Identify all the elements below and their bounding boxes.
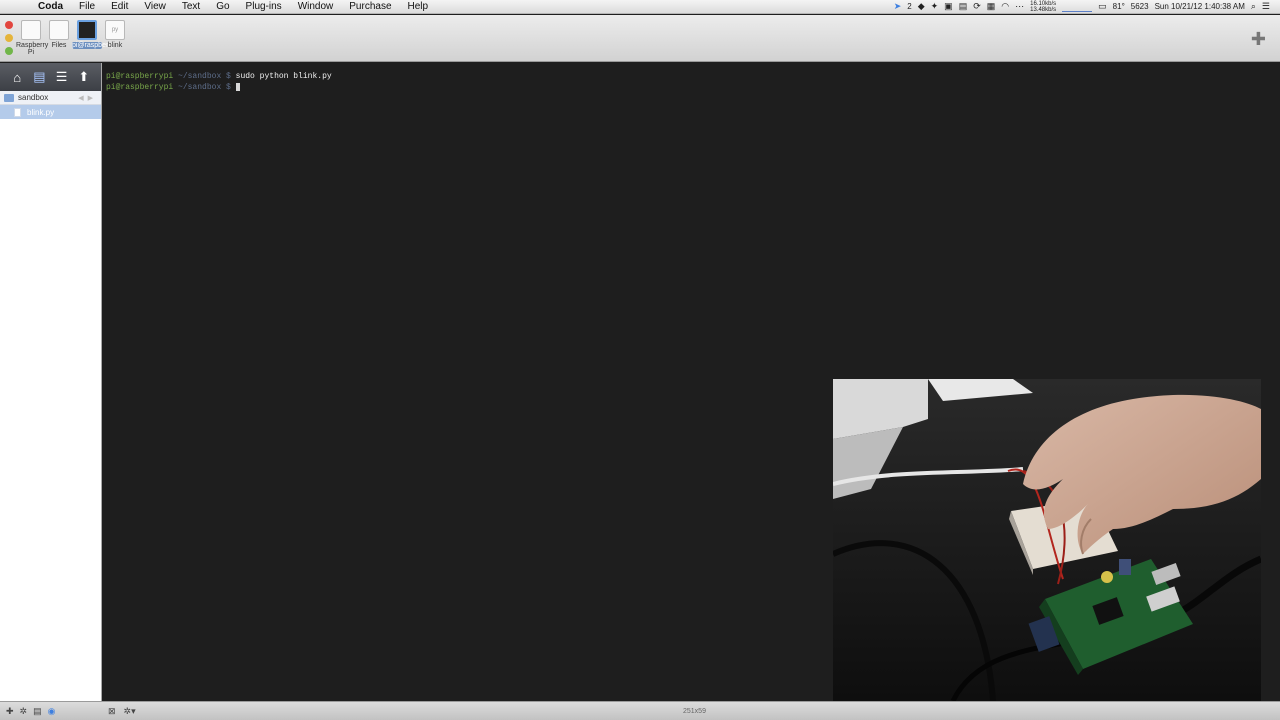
- prompt-user: pi@raspberrypi: [106, 83, 174, 92]
- file-name: blink.py: [27, 107, 55, 117]
- sync-icon[interactable]: ◉: [48, 706, 56, 717]
- camera-icon[interactable]: ▣: [944, 1, 953, 12]
- menu-go[interactable]: Go: [208, 0, 237, 14]
- clear-icon[interactable]: ⊠: [108, 706, 116, 717]
- tab-label: pi@raspberry: [72, 42, 115, 49]
- tab-terminal[interactable]: pi@raspberry: [72, 20, 115, 49]
- spotlight-icon[interactable]: ⌕: [1251, 1, 1256, 12]
- sidebar: ⌂ ▤ ☰ ⬆ sandbox ◀▶ blink.py: [0, 63, 102, 701]
- network-graph: [1062, 2, 1093, 12]
- dropbox-icon[interactable]: ◆: [918, 1, 925, 12]
- prompt-user: pi@raspberrypi: [106, 72, 174, 81]
- prompt-path: ~/sandbox $: [178, 83, 231, 92]
- calendar-icon[interactable]: ▦: [987, 1, 996, 12]
- status-bar: ✚ ✲ ▤ ◉ ⊠ ✲▾ 251x59: [0, 701, 1280, 720]
- close-button[interactable]: [5, 21, 13, 29]
- terminal-cursor: [235, 82, 240, 91]
- sidebar-nav: ⌂ ▤ ☰ ⬆: [0, 63, 101, 91]
- sync-icon[interactable]: ✦: [931, 1, 939, 12]
- menu-window[interactable]: Window: [290, 0, 342, 14]
- more-icon[interactable]: ⋯: [1015, 1, 1024, 12]
- folder-name: sandbox: [18, 93, 49, 102]
- gear-icon[interactable]: ✲: [20, 706, 28, 717]
- site-thumbnail: [21, 20, 41, 40]
- settings-icon[interactable]: ✲▾: [124, 706, 136, 717]
- minimize-button[interactable]: [5, 34, 13, 42]
- list-item[interactable]: blink.py: [0, 105, 101, 119]
- up-arrow-icon[interactable]: ⬆: [76, 69, 92, 85]
- file-icon: [14, 107, 21, 117]
- refresh-icon[interactable]: ⟳: [973, 1, 981, 12]
- list-view-icon[interactable]: ▤: [33, 706, 42, 717]
- cursor-icon[interactable]: ➤: [894, 1, 902, 12]
- display-icon[interactable]: ▤: [959, 1, 968, 12]
- files-icon[interactable]: ▤: [31, 69, 47, 85]
- menu-text[interactable]: Text: [174, 0, 208, 14]
- battery-icon[interactable]: ▭: [1098, 1, 1107, 12]
- prompt-path: ~/sandbox $: [178, 72, 231, 81]
- menu-plugins[interactable]: Plug-ins: [238, 0, 290, 14]
- webcam-image: [833, 379, 1261, 701]
- terminal-line: pi@raspberrypi ~/sandbox $: [106, 82, 1277, 93]
- tab-files[interactable]: Files: [46, 20, 72, 49]
- wifi-icon[interactable]: ◠: [1001, 1, 1009, 12]
- clock[interactable]: Sun 10/21/12 1:40:38 AM: [1155, 2, 1245, 11]
- add-tab-icon[interactable]: ✚: [1251, 29, 1266, 50]
- tab-label: Files: [51, 42, 67, 49]
- tab-label: Raspberry Pi: [16, 42, 49, 56]
- menu-purchase[interactable]: Purchase: [341, 0, 399, 14]
- net-down: 13.48kb/s: [1030, 6, 1057, 13]
- sidebar-actions: ✚ ✲ ▤ ◉: [0, 706, 102, 717]
- terminal-thumbnail: [77, 20, 97, 40]
- files-thumbnail: [49, 20, 69, 40]
- menu-app[interactable]: Coda: [30, 0, 71, 14]
- terminal-actions: ⊠ ✲▾: [102, 706, 136, 717]
- command-text: sudo python blink.py: [235, 72, 332, 81]
- nav-arrows-icon[interactable]: ◀▶: [78, 94, 97, 102]
- notification-icon[interactable]: ☰: [1262, 1, 1270, 12]
- tab-raspberry-pi[interactable]: Raspberry Pi: [16, 20, 49, 56]
- tab-label: blink: [107, 42, 123, 49]
- list-icon[interactable]: ☰: [54, 69, 70, 85]
- network-speed: 16.10kb/s 13.48kb/s: [1030, 1, 1056, 13]
- menu-help[interactable]: Help: [400, 0, 437, 14]
- menu-bar: Coda File Edit View Text Go Plug-ins Win…: [0, 0, 1280, 14]
- net-up: 16.10kb/s: [1030, 0, 1057, 7]
- menu-extras: ➤ 2 ◆ ✦ ▣ ▤ ⟳ ▦ ◠ ⋯ 16.10kb/s 13.48kb/s …: [894, 1, 1280, 13]
- path-row[interactable]: sandbox ◀▶: [0, 91, 101, 105]
- toolbar: Raspberry Pi Files pi@raspberry py blink…: [0, 15, 1280, 62]
- zoom-button[interactable]: [5, 47, 13, 55]
- file-thumbnail: py: [105, 20, 125, 40]
- terminal-line: pi@raspberrypi ~/sandbox $ sudo python b…: [106, 71, 1277, 82]
- menu-view[interactable]: View: [136, 0, 174, 14]
- cpu-readout: 5623: [1130, 2, 1149, 11]
- webcam-overlay: [833, 379, 1261, 701]
- temperature: 81°: [1112, 2, 1125, 11]
- add-icon[interactable]: ✚: [6, 706, 14, 717]
- status-badge: 2: [907, 2, 912, 11]
- menu-file[interactable]: File: [71, 0, 103, 14]
- menu-edit[interactable]: Edit: [103, 0, 136, 14]
- home-icon[interactable]: ⌂: [9, 70, 25, 85]
- folder-icon: [4, 93, 14, 102]
- terminal-size: 251x59: [683, 707, 706, 715]
- tab-blink[interactable]: py blink: [102, 20, 128, 49]
